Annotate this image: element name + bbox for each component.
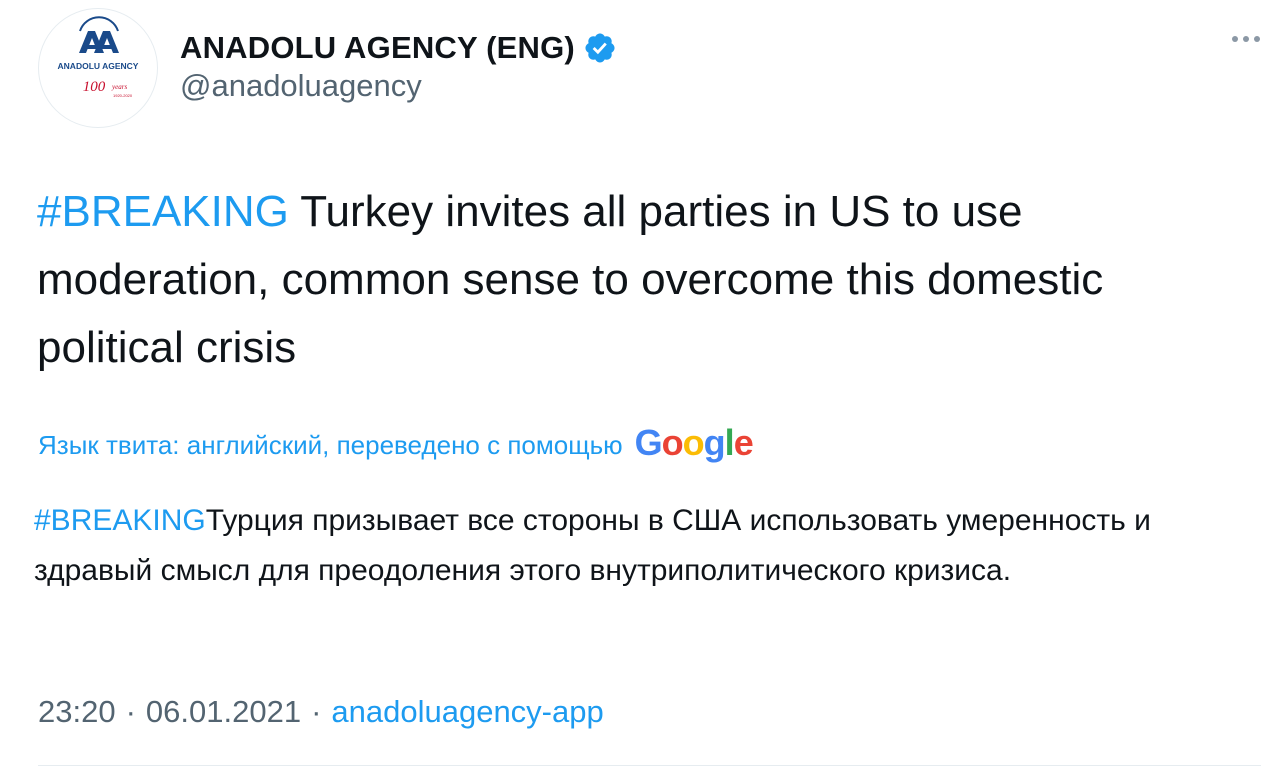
display-name[interactable]: ANADOLU AGENCY (ENG) <box>180 30 575 66</box>
translated-hashtag-link[interactable]: #BREAKING <box>34 504 206 537</box>
google-logo-icon: Google <box>634 422 754 463</box>
translation-note-text: Язык твита: английский, переведено с пом… <box>38 429 623 460</box>
author-handle[interactable]: @anadoluagency <box>180 68 422 104</box>
avatar-anniversary-word: years <box>111 83 127 91</box>
tweet-date[interactable]: 06.01.2021 <box>146 694 301 730</box>
verified-badge-icon <box>583 31 617 65</box>
anadolu-agency-logo-icon: ANADOLU AGENCY 100 years 1920-2020 <box>58 16 139 98</box>
more-dot <box>1243 36 1249 42</box>
more-dot <box>1254 36 1260 42</box>
translated-text: #BREAKINGТурция призывает все стороны в … <box>34 496 1224 596</box>
author-name-row[interactable]: ANADOLU AGENCY (ENG) <box>180 26 617 70</box>
avatar-anniversary-number: 100 <box>83 79 106 95</box>
tweet-text: #BREAKING Turkey invites all parties in … <box>37 178 1227 382</box>
translation-note[interactable]: Язык твита: английский, переведено с пом… <box>38 422 754 466</box>
more-dots-icon[interactable] <box>1232 36 1260 42</box>
tweet-source-link[interactable]: anadoluagency-app <box>331 694 603 730</box>
hashtag-link[interactable]: #BREAKING <box>37 187 289 236</box>
avatar[interactable]: ANADOLU AGENCY 100 years 1920-2020 <box>38 8 158 128</box>
more-dot <box>1232 36 1238 42</box>
avatar-brand-text: ANADOLU AGENCY <box>58 61 139 71</box>
tweet-meta: 23:20 · 06.01.2021 · anadoluagency-app <box>38 694 604 730</box>
avatar-years-range: 1920-2020 <box>113 93 133 98</box>
meta-separator: · <box>125 694 136 729</box>
meta-separator: · <box>311 694 322 729</box>
tweet: ANADOLU AGENCY 100 years 1920-2020 ANADO… <box>0 0 1261 783</box>
divider <box>38 765 1261 766</box>
tweet-time[interactable]: 23:20 <box>38 694 116 730</box>
